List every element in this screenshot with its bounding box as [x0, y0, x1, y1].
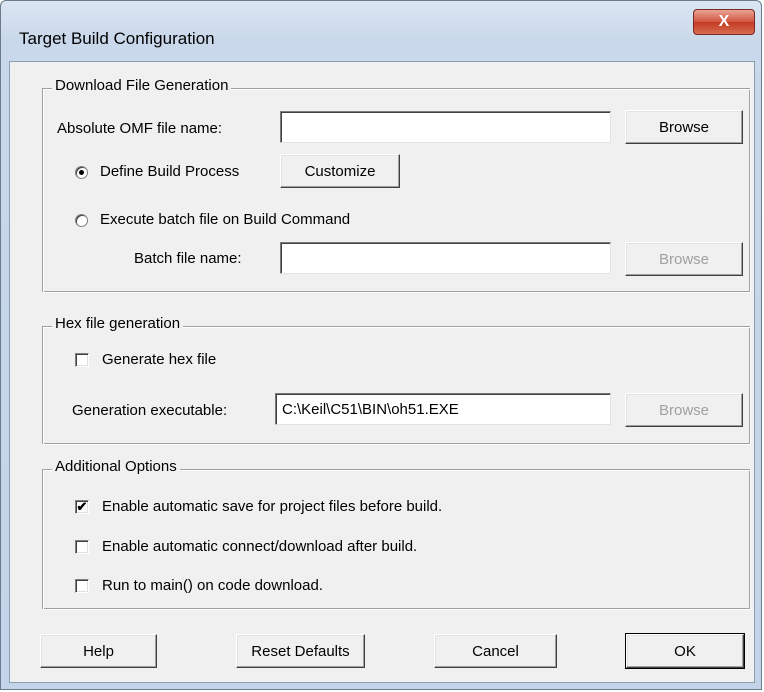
batch-file-label: Batch file name:: [134, 250, 242, 267]
ok-button[interactable]: OK: [625, 633, 745, 669]
execute-batch-label: Execute batch file on Build Command: [100, 211, 351, 228]
auto-connect-label: Enable automatic connect/download after …: [102, 538, 418, 555]
dialog-client-area: Download File Generation Absolute OMF fi…: [9, 61, 755, 683]
auto-save-label: Enable automatic save for project files …: [102, 498, 443, 515]
auto-save-checkbox[interactable]: ✔: [75, 500, 89, 514]
run-to-main-checkbox[interactable]: [75, 579, 89, 593]
download-file-group-legend: Download File Generation: [52, 77, 232, 94]
close-button[interactable]: X: [693, 9, 755, 35]
define-build-label: Define Build Process: [100, 163, 240, 180]
window-title: Target Build Configuration: [19, 29, 215, 48]
title-bar[interactable]: Target Build Configuration X: [1, 1, 761, 61]
dialog-window: Target Build Configuration X Download Fi…: [0, 0, 762, 690]
omf-browse-button[interactable]: Browse: [625, 110, 743, 144]
generate-hex-label: Generate hex file: [102, 351, 217, 368]
omf-file-input[interactable]: [280, 111, 611, 143]
reset-defaults-button[interactable]: Reset Defaults: [236, 634, 365, 668]
auto-connect-checkbox[interactable]: [75, 540, 89, 554]
run-to-main-label: Run to main() on code download.: [102, 577, 323, 594]
generation-executable-input[interactable]: [275, 393, 611, 425]
cancel-button[interactable]: Cancel: [434, 634, 557, 668]
customize-button[interactable]: Customize: [280, 154, 400, 188]
batch-file-input[interactable]: [280, 242, 611, 274]
additional-options-legend: Additional Options: [52, 458, 180, 475]
close-icon: X: [718, 13, 730, 30]
define-build-radio[interactable]: [75, 166, 88, 179]
generation-executable-label: Generation executable:: [72, 402, 228, 419]
hex-browse-button[interactable]: Browse: [625, 393, 743, 427]
omf-file-label: Absolute OMF file name:: [57, 120, 223, 137]
execute-batch-radio[interactable]: [75, 214, 88, 227]
generate-hex-checkbox[interactable]: [75, 353, 89, 367]
batch-browse-button[interactable]: Browse: [625, 242, 743, 276]
help-button[interactable]: Help: [40, 634, 157, 668]
hex-file-group-legend: Hex file generation: [52, 315, 184, 332]
